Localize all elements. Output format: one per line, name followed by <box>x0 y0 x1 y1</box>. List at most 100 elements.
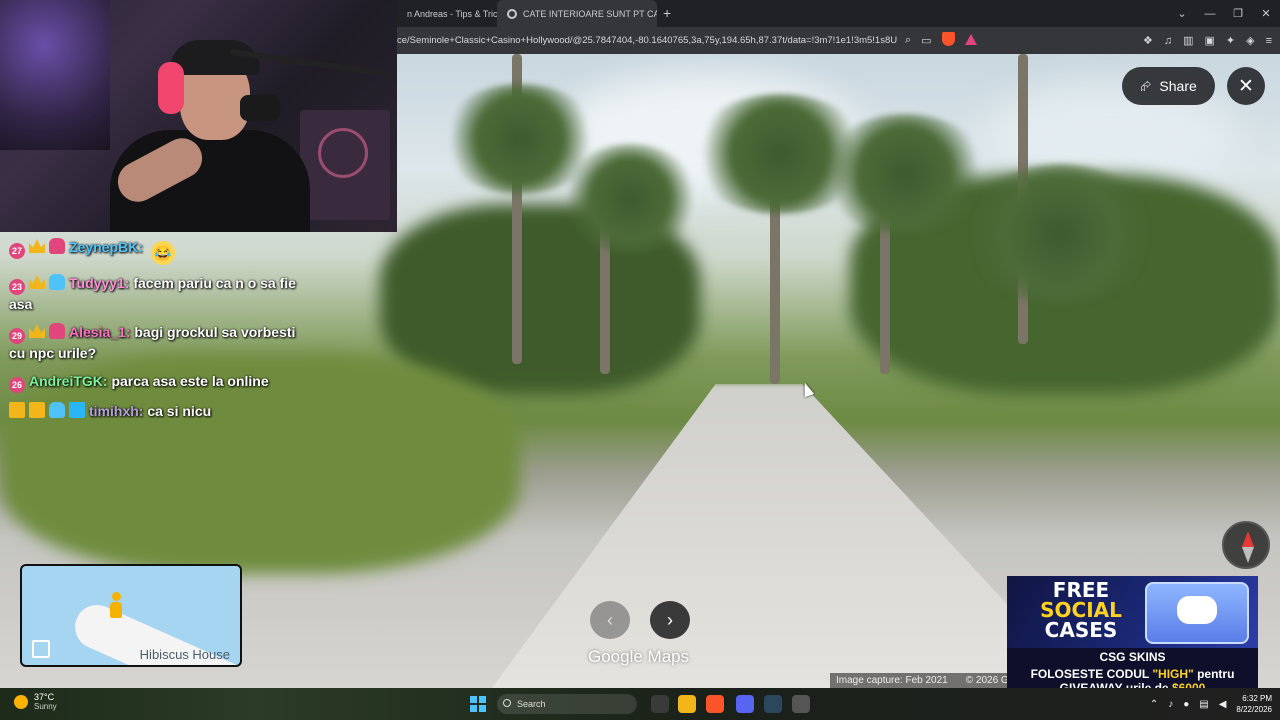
chat-message: 27 ZeynepBK: 😂 <box>9 238 309 265</box>
close-street-view-button[interactable]: ✕ <box>1227 67 1265 105</box>
network-icon[interactable]: ▤ <box>1199 699 1208 710</box>
chevron-right-icon: › <box>667 609 673 630</box>
chat-username: Alesia_1: <box>69 324 131 340</box>
chat-username: Tudyyy1: <box>69 275 130 291</box>
minimize-button[interactable]: — <box>1196 8 1224 20</box>
speaker-icon[interactable]: ♪ <box>1168 699 1173 710</box>
leo-ai-icon[interactable]: ✦ <box>1226 34 1235 47</box>
volume-icon[interactable]: ◀ <box>1219 699 1227 710</box>
close-window-button[interactable]: ✕ <box>1252 7 1280 20</box>
pegman-icon <box>109 592 123 618</box>
weather-widget[interactable]: 37°C Sunny <box>14 692 57 712</box>
temperature: 37°C <box>34 692 55 702</box>
close-icon: ✕ <box>1238 75 1254 97</box>
capture-date: Image capture: Feb 2021 <box>836 675 948 686</box>
minimap[interactable]: Hibiscus House <box>20 564 242 667</box>
search-placeholder: Search <box>517 699 546 709</box>
media-icon[interactable]: ♫ <box>1164 35 1172 47</box>
chevron-up-icon[interactable]: ⌃ <box>1150 699 1158 710</box>
app-icon[interactable] <box>792 695 810 713</box>
microphone-icon[interactable]: ● <box>1183 699 1189 710</box>
sub-badge: 26 <box>9 377 25 393</box>
tab-active[interactable]: CATE INTERIOARE SUNT PT CASE IN ✕ <box>497 0 657 27</box>
sub-badge: 27 <box>9 243 25 259</box>
microphone <box>240 95 280 121</box>
prime-badge-icon <box>69 402 85 418</box>
zoom-icon[interactable]: ⌕ <box>905 34 911 47</box>
discord-icon[interactable] <box>736 695 754 713</box>
tab-title: n Andreas - Tips & Tricks <box>407 8 497 19</box>
chat-message: 29 Alesia_1: bagi grockul sa vorbesti cu … <box>9 323 309 363</box>
chevron-left-icon: ‹ <box>607 609 613 630</box>
headphones <box>158 62 184 114</box>
sponsor-ad: FREE SOCIAL CASES CSG SKINS FOLOSESTE CO… <box>1007 576 1258 696</box>
chat-text: parca asa este la online <box>111 373 269 389</box>
discord-case-image <box>1145 582 1249 644</box>
file-explorer-icon[interactable] <box>678 695 696 713</box>
crown-icon <box>29 324 45 338</box>
screen: ⮳ Share ✕ ‹ › Google Maps Image capture:… <box>0 0 1280 720</box>
brave-rewards-icon[interactable] <box>964 33 977 48</box>
image-capture-bar: Image capture: Feb 2021 © 2026 Go <box>830 673 1021 688</box>
globe-icon <box>507 8 517 19</box>
helmet-icon <box>49 238 65 254</box>
task-view-icon[interactable] <box>651 695 669 713</box>
address-bar-icons: ⌕ ▭ <box>905 27 977 54</box>
chat-username: timihxh: <box>89 403 144 419</box>
steam-icon[interactable] <box>764 695 782 713</box>
helmet-icon <box>49 274 65 290</box>
chat-username: AndreiTGK: <box>29 373 108 389</box>
compass-south-needle <box>1242 547 1254 563</box>
ad-headline-line: FREE <box>1052 578 1110 602</box>
minimap-place-label: Hibiscus House <box>139 647 230 662</box>
expand-map-icon[interactable] <box>32 640 50 658</box>
chat-message: 23 Tudyyy1: facem pariu ca n o sa fie asa <box>9 274 309 314</box>
helmet-icon <box>49 323 65 339</box>
clock[interactable]: 6:32 PM 8/22/2026 <box>1236 693 1272 715</box>
previous-image-button[interactable]: ‹ <box>590 601 630 639</box>
crown-icon <box>29 275 45 289</box>
weather-condition: Sunny <box>34 702 57 711</box>
google-maps-logo: Google Maps <box>588 647 690 666</box>
ad-headline-line: SOCIAL <box>1040 598 1122 622</box>
chat-username: ZeynepBK: <box>69 239 143 255</box>
taskbar-search[interactable]: Search <box>497 694 637 714</box>
pentagram-decoration <box>318 128 368 178</box>
laughing-emoji-icon: 😂 <box>150 241 175 265</box>
chevron-down-icon[interactable]: ⌄ <box>1168 7 1196 20</box>
maximize-button[interactable]: ❐ <box>1224 7 1252 20</box>
chat-text: ca si nicu <box>147 403 212 419</box>
taskbar: 37°C Sunny Search ⌃ ♪ ● ▤ ◀ 6:32 PM 8/22… <box>0 688 1280 720</box>
ad-code: "HIGH" <box>1152 667 1194 681</box>
compass-control[interactable] <box>1222 521 1270 569</box>
brave-browser-icon[interactable] <box>706 695 724 713</box>
share-button[interactable]: ⮳ Share <box>1122 67 1215 105</box>
sun-icon <box>14 695 28 709</box>
ad-text: FOLOSESTE CODUL <box>1030 667 1153 681</box>
ad-headline-line: CASES <box>1044 618 1118 642</box>
url-field[interactable]: ce/Seminole+Classic+Casino+Hollywood/@25… <box>397 35 897 46</box>
chat-message: timihxh: ca si nicu <box>9 402 309 421</box>
extensions-icon[interactable]: ❖ <box>1143 34 1153 47</box>
sidebar-icon[interactable]: ▥ <box>1183 34 1193 47</box>
search-icon <box>503 699 511 707</box>
ad-headline: FREE SOCIAL CASES <box>1021 580 1141 640</box>
vpn-icon[interactable]: ◈ <box>1246 34 1254 47</box>
ad-text: pentru <box>1193 667 1235 681</box>
webcam-overlay <box>0 0 397 232</box>
wallet-icon[interactable]: ▣ <box>1204 34 1214 47</box>
menu-icon[interactable]: ≡ <box>1266 35 1272 47</box>
palm-fronds <box>960 164 1160 304</box>
new-tab-button[interactable]: + <box>663 5 671 21</box>
tab-tips-tricks[interactable]: n Andreas - Tips & Tricks <box>397 0 497 27</box>
sub-badge: 29 <box>9 328 25 344</box>
date: 8/22/2026 <box>1236 705 1272 714</box>
next-image-button[interactable]: › <box>650 601 690 639</box>
compass-north-needle <box>1242 531 1254 547</box>
palm-fronds <box>560 144 700 254</box>
windows-start-icon[interactable] <box>470 696 486 712</box>
brave-shields-icon[interactable] <box>941 32 955 49</box>
share-label: Share <box>1159 78 1197 94</box>
cast-icon[interactable]: ▭ <box>921 34 931 47</box>
chat-message: 26 AndreiTGK: parca asa este la online <box>9 372 309 393</box>
